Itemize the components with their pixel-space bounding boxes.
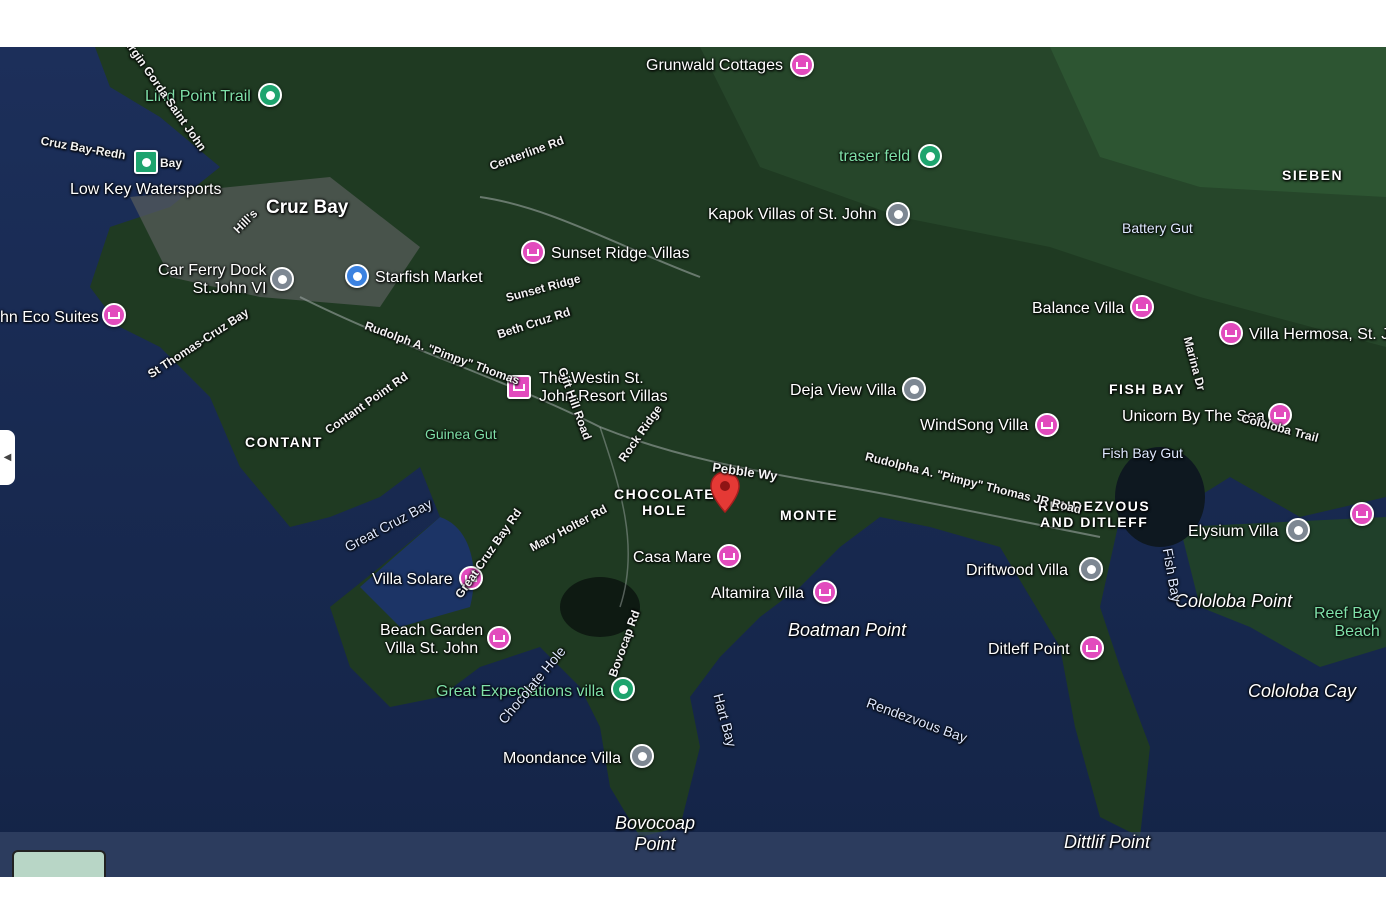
place-label[interactable]: Moondance Villa	[503, 750, 621, 768]
place-label[interactable]: Beach Garden Villa St. John	[380, 622, 483, 659]
hotel-icon[interactable]	[1350, 502, 1374, 526]
place-label[interactable]: traser feld	[839, 148, 910, 166]
place-label[interactable]: Balance Villa	[1032, 300, 1124, 318]
place-label[interactable]: WindSong Villa	[920, 417, 1028, 435]
water-label: Battery Gut	[1122, 220, 1193, 236]
point-label: Boatman Point	[788, 620, 907, 640]
area-label: CONTANT	[245, 434, 323, 450]
place-label: Reef Bay Beach	[1314, 605, 1380, 641]
place-label[interactable]: Driftwood Villa	[966, 562, 1068, 580]
place-icon[interactable]	[886, 202, 910, 226]
satellite-map[interactable]: Grunwald Cottages Lind Point Trail Low K…	[0, 47, 1386, 877]
place-label[interactable]: Elysium Villa	[1188, 523, 1278, 541]
area-label: FISH BAY	[1109, 381, 1186, 397]
place-label[interactable]: Sunset Ridge Villas	[551, 245, 689, 263]
place-label[interactable]: Starfish Market	[375, 269, 483, 287]
point-label: Dittlif Point	[1064, 832, 1151, 852]
area-label: SIEBEN	[1282, 167, 1344, 183]
area-label: CHOCOLATE HOLE	[614, 486, 716, 519]
town-label: Cruz Bay	[266, 197, 349, 218]
place-label[interactable]: Grunwald Cottages	[646, 57, 783, 75]
point-label: Bovocoap Point	[615, 813, 696, 854]
place-label[interactable]: Casa Mare	[633, 549, 711, 567]
hotel-icon[interactable]	[1035, 413, 1059, 437]
hotel-icon[interactable]	[521, 240, 545, 264]
area-label: MONTE	[780, 507, 839, 523]
place-icon[interactable]	[902, 377, 926, 401]
place-label[interactable]: Villa Solare	[372, 571, 453, 589]
place-label[interactable]: Car Ferry Dock St.John VI	[158, 262, 266, 299]
map-imagery	[0, 47, 1386, 877]
hotel-icon[interactable]	[717, 544, 741, 568]
hiking-icon[interactable]	[258, 83, 282, 107]
shopping-cart-icon[interactable]	[345, 264, 369, 288]
place-icon[interactable]	[611, 677, 635, 701]
hotel-icon[interactable]	[813, 580, 837, 604]
place-label[interactable]: Deja View Villa	[790, 382, 896, 400]
hotel-icon[interactable]	[790, 53, 814, 77]
place-icon[interactable]	[1286, 518, 1310, 542]
place-label[interactable]: Low Key Watersports	[70, 181, 221, 199]
place-label[interactable]: hn Eco Suites	[0, 309, 99, 327]
tree-icon[interactable]	[918, 144, 942, 168]
map-layer-toggle[interactable]	[12, 850, 106, 877]
place-icon[interactable]	[1079, 557, 1103, 581]
hotel-icon[interactable]	[487, 626, 511, 650]
hotel-icon[interactable]	[1080, 636, 1104, 660]
point-label: Cololoba Cay	[1248, 681, 1357, 701]
hotel-icon[interactable]	[1219, 321, 1243, 345]
hotel-icon[interactable]	[102, 303, 126, 327]
place-label: Guinea Gut	[425, 426, 497, 442]
place-label[interactable]: Altamira Villa	[711, 585, 804, 603]
place-label[interactable]: Villa Hermosa, St. J	[1249, 326, 1386, 344]
water-label: Fish Bay Gut	[1102, 445, 1183, 461]
water-label: Bay	[160, 156, 183, 170]
place-label[interactable]: Kapok Villas of St. John	[708, 206, 877, 224]
place-icon[interactable]	[270, 267, 294, 291]
place-icon[interactable]	[630, 744, 654, 768]
collapse-panel-button[interactable]: ◀	[0, 430, 15, 485]
hotel-icon[interactable]	[1130, 295, 1154, 319]
point-label: Cololoba Point	[1175, 591, 1293, 611]
place-icon[interactable]	[134, 150, 158, 174]
place-label[interactable]: Ditleff Point	[988, 641, 1070, 659]
